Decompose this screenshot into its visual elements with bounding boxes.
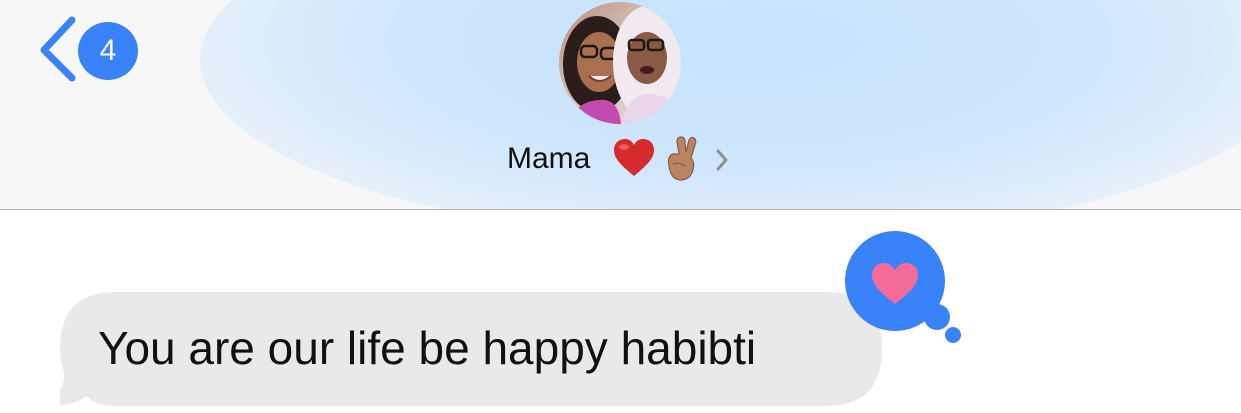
conversation-header: 4 Mama [0,0,1241,209]
header-divider [0,209,1241,210]
contact-details-button[interactable]: Mama [500,136,740,182]
contact-name: Mama [507,142,591,175]
message-bubble-incoming[interactable]: You are our life be happy habibti [60,292,882,406]
unread-count-badge: 4 [78,22,138,80]
back-chevron-icon [40,16,76,82]
chevron-right-icon [716,149,728,171]
avatar-photo [559,2,681,124]
back-button[interactable]: 4 [34,14,144,84]
message-text: You are our life be happy habibti [98,322,757,374]
crossed-fingers-icon [667,136,697,181]
tapback-heart-reaction[interactable] [845,229,965,349]
red-heart-icon [614,139,654,176]
tapback-bubble-shape [845,231,961,343]
contact-avatar[interactable] [559,2,681,124]
